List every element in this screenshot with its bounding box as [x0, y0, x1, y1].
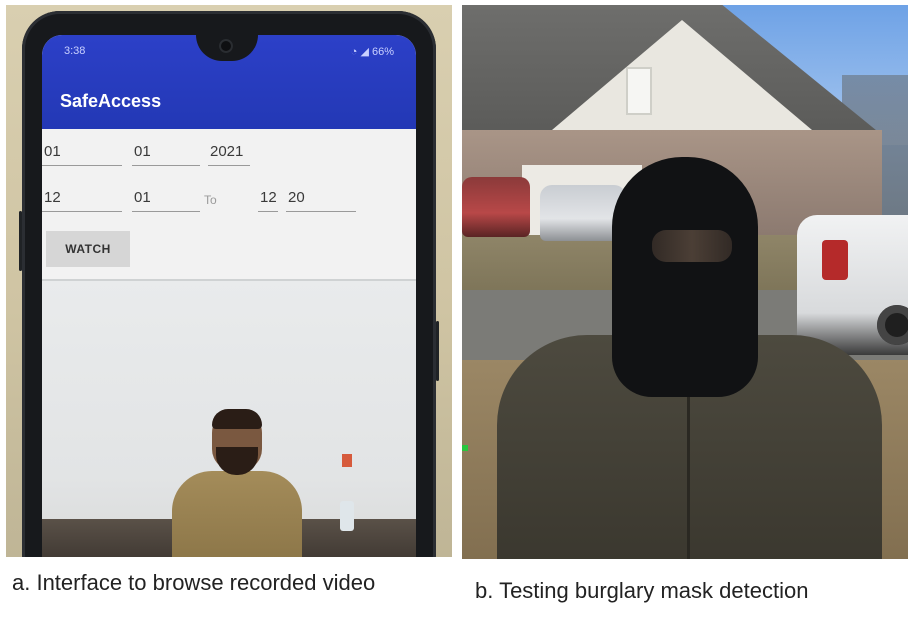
date-time-form: 01 01 2021 12 01 To 12 20 WATCH	[42, 129, 416, 279]
photo-mask-detection	[462, 5, 908, 559]
from-hour-field[interactable]: 12	[42, 187, 122, 212]
caption-b: b. Testing burglary mask detection	[475, 578, 809, 603]
start-year-field[interactable]: 2021	[208, 141, 250, 166]
start-day-field[interactable]: 01	[42, 141, 122, 166]
watch-button[interactable]: WATCH	[46, 231, 130, 267]
caption-a: a. Interface to browse recorded video	[12, 570, 376, 595]
start-month-field[interactable]: 01	[132, 141, 200, 166]
app-title: SafeAccess	[60, 91, 162, 111]
recorded-video-player[interactable]	[42, 279, 416, 557]
mask-eye-opening	[652, 230, 732, 262]
phone-side-button	[19, 211, 22, 271]
wall-edge	[42, 279, 416, 281]
red-car	[462, 177, 530, 237]
bottle	[340, 501, 354, 531]
from-minute-field[interactable]: 01	[132, 187, 200, 212]
to-minute-field[interactable]: 20	[286, 187, 356, 212]
to-hour-field[interactable]: 12	[258, 187, 278, 212]
person-in-video	[162, 409, 312, 557]
phone-side-button	[436, 321, 439, 381]
person-torso	[172, 471, 302, 557]
detection-marker	[462, 445, 468, 451]
suv-taillight	[822, 240, 848, 280]
wifi-icon: ◔ ◢	[350, 46, 372, 58]
house-window	[626, 67, 652, 115]
front-camera-icon	[219, 39, 233, 53]
to-label: To	[204, 193, 217, 207]
person-hair	[212, 409, 262, 429]
phone-screen: 3:38 ◔ ◢ 66% SafeAccess 01 01 2021 12 01…	[42, 35, 416, 557]
battery-level: 66%	[371, 46, 394, 58]
photo-phone-interface: 3:38 ◔ ◢ 66% SafeAccess 01 01 2021 12 01…	[6, 5, 452, 557]
wall-note	[342, 454, 352, 467]
status-battery: ◔ ◢ 66%	[351, 45, 394, 58]
status-time: 3:38	[64, 45, 86, 57]
burglary-mask	[612, 157, 758, 397]
